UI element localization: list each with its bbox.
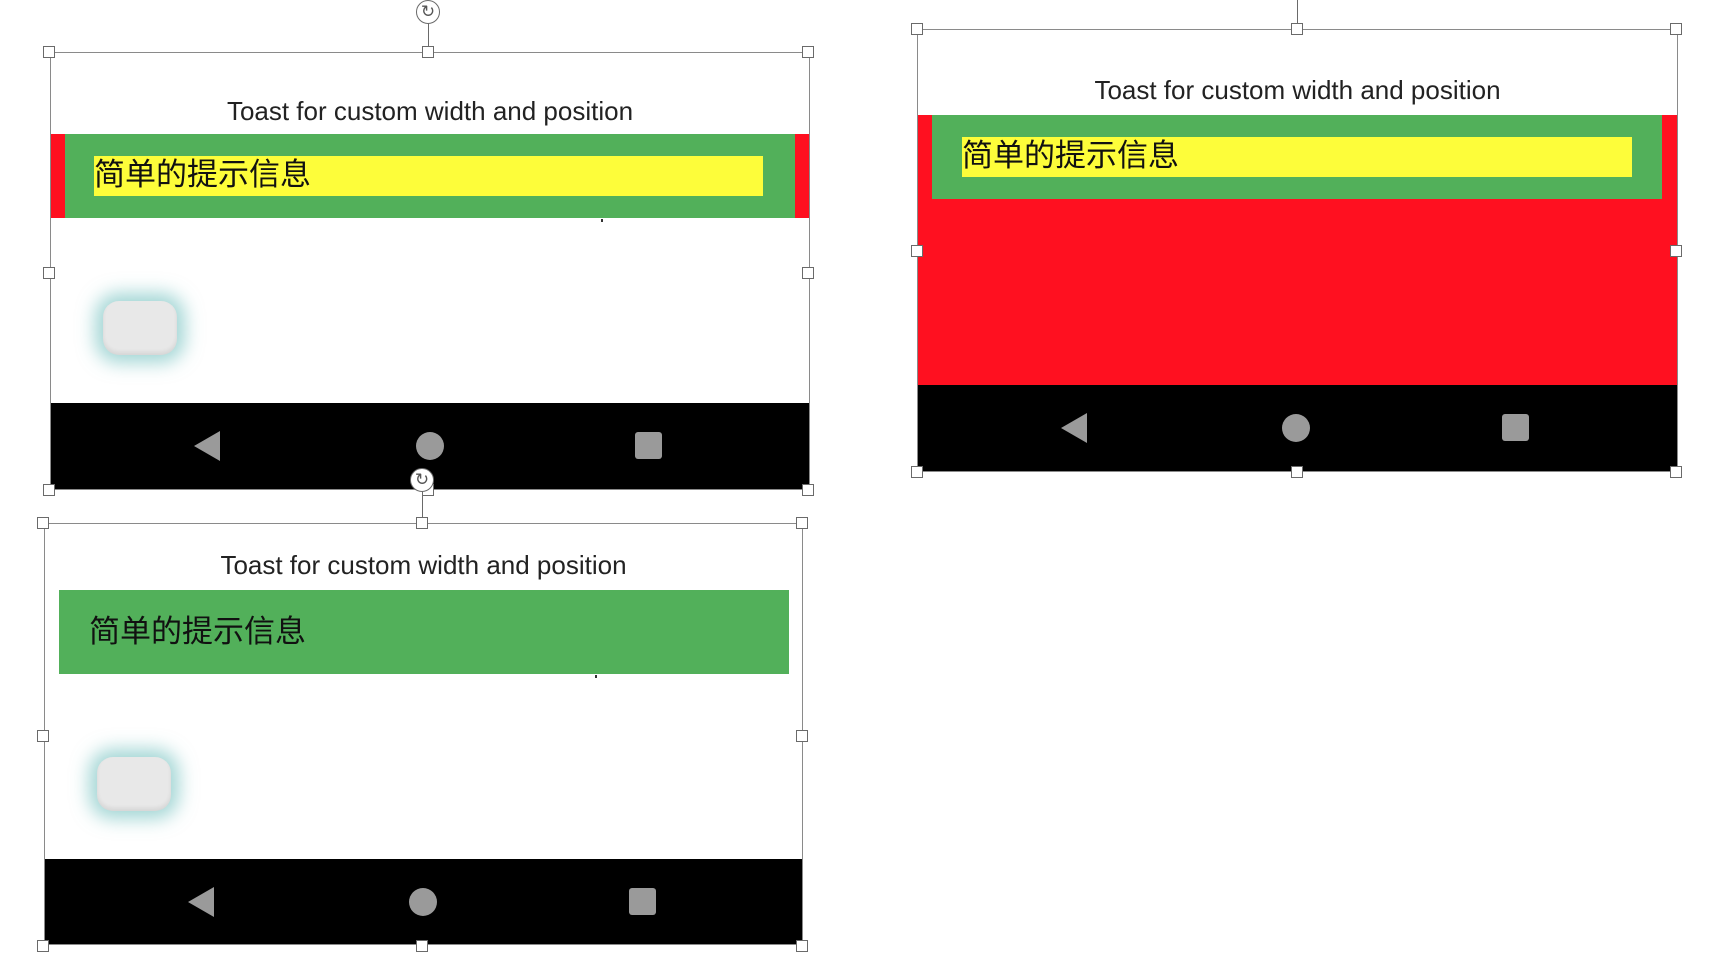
toast-container: 简单的提示信息 (918, 115, 1677, 385)
rotate-connector (1297, 0, 1298, 24)
resize-handle-top-left[interactable] (37, 517, 49, 529)
resize-handle-left[interactable] (37, 730, 49, 742)
rotate-handle-icon[interactable]: ↻ (410, 468, 434, 492)
resize-handle-left[interactable] (43, 267, 55, 279)
text-fragment (601, 219, 603, 222)
home-icon[interactable] (1282, 414, 1310, 442)
toast-text-background: 简单的提示信息 (962, 137, 1632, 177)
phone-screen: Toast for custom width and position 简单的提… (44, 523, 803, 945)
recent-apps-icon[interactable] (635, 432, 662, 459)
resize-handle-bottom-left[interactable] (43, 484, 55, 496)
resize-handle-bottom-left[interactable] (37, 940, 49, 952)
toast-message: 简单的提示信息 (89, 614, 306, 650)
resize-handle-top-left[interactable] (43, 46, 55, 58)
toast-text-background: 简单的提示信息 (94, 156, 763, 196)
toast-container: 简单的提示信息 (51, 134, 809, 218)
resize-handle-bottom-right[interactable] (1670, 466, 1682, 478)
rotate-handle-icon[interactable]: ↻ (416, 0, 440, 24)
resize-handle-bottom[interactable] (1291, 466, 1303, 478)
back-icon[interactable] (188, 887, 214, 917)
resize-handle-top[interactable] (416, 517, 428, 529)
navigation-bar (45, 859, 802, 944)
page-title: Toast for custom width and position (226, 96, 634, 126)
toast-message: 简单的提示信息 (94, 157, 311, 193)
resize-handle-top-right[interactable] (802, 46, 814, 58)
phone-screen: Toast for custom width and position 简单的提… (50, 52, 810, 490)
resize-handle-top[interactable] (422, 46, 434, 58)
text-fragment (595, 675, 597, 678)
home-icon[interactable] (416, 432, 444, 460)
rotate-connector (422, 490, 423, 520)
page-title: Toast for custom width and position (1094, 75, 1501, 105)
resize-handle-bottom[interactable] (416, 940, 428, 952)
floating-action-button[interactable] (97, 757, 171, 811)
home-icon[interactable] (409, 888, 437, 916)
page-title: Toast for custom width and position (220, 550, 627, 580)
resize-handle-bottom-right[interactable] (796, 940, 808, 952)
toast-body: 简单的提示信息 (65, 134, 795, 218)
resize-handle-right[interactable] (802, 267, 814, 279)
resize-handle-top[interactable] (1291, 23, 1303, 35)
recent-apps-icon[interactable] (629, 888, 656, 915)
toast-body: 简单的提示信息 (59, 590, 789, 674)
resize-handle-top-right[interactable] (1670, 23, 1682, 35)
recent-apps-icon[interactable] (1502, 414, 1529, 441)
resize-handle-top-right[interactable] (796, 517, 808, 529)
resize-handle-right[interactable] (1670, 245, 1682, 257)
resize-handle-top-left[interactable] (911, 23, 923, 35)
back-icon[interactable] (194, 431, 220, 461)
toast-body: 简单的提示信息 (932, 115, 1662, 199)
resize-handle-left[interactable] (911, 245, 923, 257)
resize-handle-right[interactable] (796, 730, 808, 742)
resize-handle-bottom-right[interactable] (802, 484, 814, 496)
navigation-bar (918, 385, 1677, 471)
back-icon[interactable] (1061, 413, 1087, 443)
resize-handle-bottom-left[interactable] (911, 466, 923, 478)
phone-screen: Toast for custom width and position 简单的提… (917, 29, 1678, 472)
floating-action-button[interactable] (103, 301, 177, 355)
toast-message: 简单的提示信息 (962, 138, 1179, 174)
